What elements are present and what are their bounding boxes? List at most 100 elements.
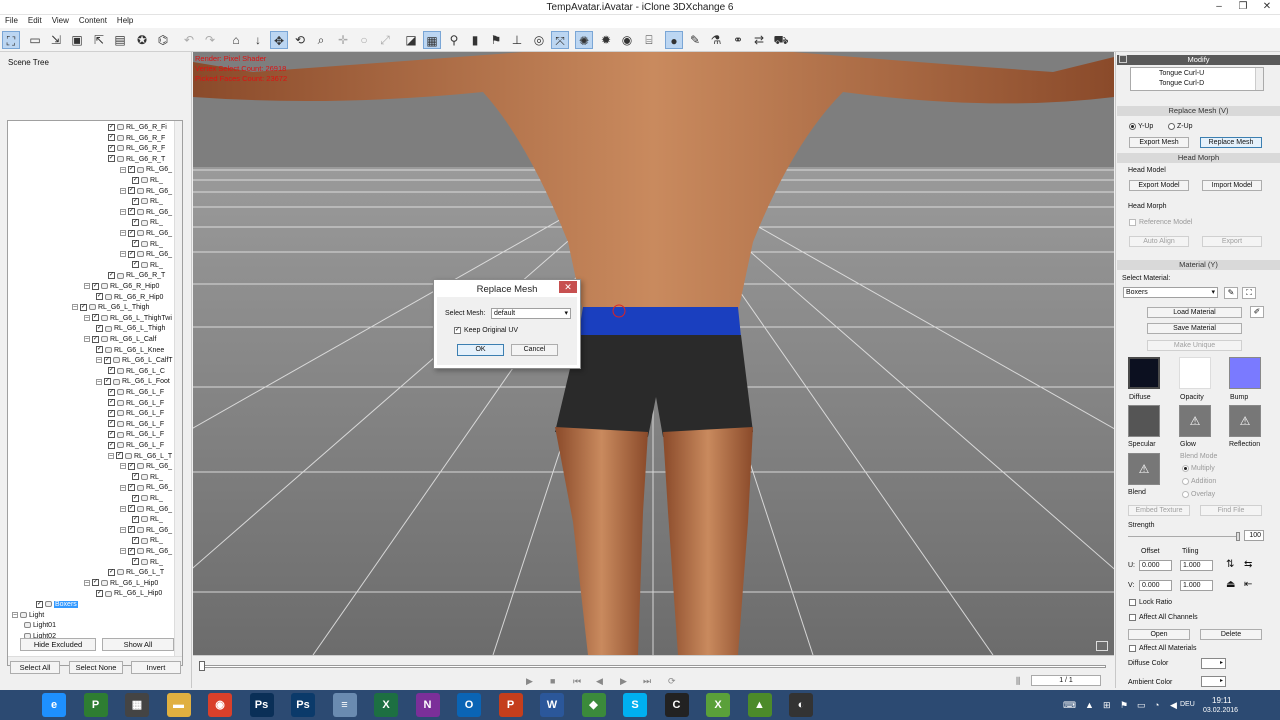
bone-icon[interactable]: ⚲ bbox=[445, 31, 463, 49]
tree-node-checkbox[interactable]: ✓ bbox=[128, 250, 135, 258]
tree-node[interactable]: – Light bbox=[12, 611, 44, 621]
ok-button[interactable]: OK bbox=[457, 344, 504, 356]
scene-tree[interactable]: ✓ RL_G6_R_Fi ✓ RL_G6_R_F ✓ RL_G6_R_F ✓ RL_G6_R_… bbox=[7, 120, 183, 666]
tree-node-checkbox[interactable]: ✓ bbox=[108, 134, 115, 142]
flag-icon[interactable]: ⚑ bbox=[1120, 700, 1128, 711]
tree-node-checkbox[interactable]: ✓ bbox=[132, 261, 139, 269]
tree-collapse-icon[interactable]: – bbox=[120, 526, 126, 533]
load-material-button[interactable]: Load Material bbox=[1147, 307, 1242, 318]
tree-node-checkbox[interactable]: ✓ bbox=[108, 367, 115, 375]
tree-node-checkbox[interactable]: ✓ bbox=[92, 282, 99, 290]
tree-node[interactable]: – ✓ RL_G6_L_Foot bbox=[96, 377, 170, 387]
tree-node[interactable]: ✓ RL_ bbox=[132, 515, 163, 525]
tree-node[interactable]: – ✓ RL_G6_ bbox=[120, 462, 172, 472]
3d-viewport[interactable]: Render: Pixel Shader Vertex Select Count… bbox=[193, 52, 1114, 655]
strength-slider[interactable] bbox=[1128, 536, 1240, 537]
tree-collapse-icon[interactable]: – bbox=[12, 611, 18, 618]
panel-toggle-icon[interactable] bbox=[1119, 55, 1127, 63]
tree-node-checkbox[interactable]: ✓ bbox=[132, 240, 139, 248]
tree-node[interactable]: Light01 bbox=[24, 621, 56, 631]
tree-node[interactable]: ✓ RL_ bbox=[132, 176, 163, 186]
tree-collapse-icon[interactable]: – bbox=[96, 378, 102, 385]
tree-node-checkbox[interactable]: ✓ bbox=[108, 409, 115, 417]
select-all-button[interactable]: Select All bbox=[10, 661, 60, 674]
tree-collapse-icon[interactable]: – bbox=[120, 166, 126, 173]
strength-value[interactable]: 100 bbox=[1244, 530, 1264, 541]
tree-node[interactable]: ✓ RL_G6_R_T bbox=[108, 271, 165, 281]
project-icon[interactable]: P bbox=[83, 693, 108, 717]
glow-channel-icon[interactable]: ⚠ bbox=[1179, 405, 1211, 437]
skype-icon[interactable]: S bbox=[623, 693, 647, 717]
tree-node-checkbox[interactable]: ✓ bbox=[80, 303, 87, 311]
rotate-v-icon[interactable]: ⇤ bbox=[1244, 579, 1252, 590]
close-button[interactable]: ✕ bbox=[1255, 0, 1279, 15]
v-tiling-field[interactable]: 1.000 bbox=[1180, 580, 1213, 591]
ambient-color-swatch[interactable]: ▸ bbox=[1201, 676, 1226, 687]
diffuse-channel[interactable] bbox=[1128, 357, 1160, 389]
tree-node[interactable]: – ✓ RL_G6_L_Thigh bbox=[72, 303, 149, 313]
tree-node-checkbox[interactable]: ✓ bbox=[104, 378, 111, 386]
ie-icon[interactable]: e bbox=[42, 693, 66, 717]
tree-collapse-icon[interactable]: – bbox=[120, 505, 126, 512]
tree-node-checkbox[interactable]: ✓ bbox=[108, 420, 115, 428]
minimize-button[interactable]: – bbox=[1207, 0, 1231, 15]
tree-node[interactable]: – ✓ RL_G6_L_CalfT bbox=[96, 356, 173, 366]
frame-counter[interactable]: 1 / 1 bbox=[1031, 675, 1101, 686]
move-down-icon[interactable]: ↓ bbox=[249, 31, 267, 49]
tree-node[interactable]: ✓ RL_G6_L_F bbox=[108, 399, 164, 409]
material-select[interactable]: Boxers ▾ bbox=[1123, 287, 1218, 298]
tree-node-checkbox[interactable]: ✓ bbox=[92, 579, 99, 587]
tree-node[interactable]: – ✓ RL_G6_L_Calf bbox=[84, 335, 156, 345]
timeline-menu-icon[interactable]: ⫼ bbox=[1016, 676, 1020, 687]
morph-list-scrollbar[interactable] bbox=[1255, 68, 1263, 90]
replace-mesh-button[interactable]: Replace Mesh bbox=[1200, 137, 1262, 148]
tree-node[interactable]: ✓ RL_G6_L_Knee bbox=[96, 346, 164, 356]
tree-node[interactable]: ✓ RL_G6_L_C bbox=[108, 367, 165, 377]
make-unique-button[interactable]: Make Unique bbox=[1147, 340, 1242, 351]
tree-node-checkbox[interactable]: ✓ bbox=[132, 197, 139, 205]
tree-node-checkbox[interactable]: ✓ bbox=[92, 335, 99, 343]
tree-node-checkbox[interactable]: ✓ bbox=[132, 515, 139, 523]
tree-node-checkbox[interactable]: ✓ bbox=[108, 123, 115, 131]
tree-node[interactable]: ✓ RL_G6_R_Fi bbox=[108, 123, 167, 133]
pin-icon[interactable]: ⚑ bbox=[487, 31, 505, 49]
prev-frame-icon[interactable]: ◀ bbox=[596, 676, 603, 687]
tree-node-checkbox[interactable]: ✓ bbox=[108, 155, 115, 163]
tree-node[interactable]: – ✓ RL_G6_L_Hip0 bbox=[84, 579, 158, 589]
tree-node-checkbox[interactable]: ✓ bbox=[128, 547, 135, 555]
tree-node-checkbox[interactable]: ✓ bbox=[128, 166, 135, 174]
photoshop2-icon[interactable]: Ps bbox=[291, 693, 315, 717]
keep-uv-checkbox[interactable]: ✓ bbox=[454, 327, 461, 334]
home-icon[interactable]: ⌂ bbox=[227, 31, 245, 49]
tree-node-checkbox[interactable]: ✓ bbox=[36, 600, 43, 608]
timeline-handle[interactable] bbox=[199, 661, 205, 671]
tree-node-checkbox[interactable]: ✓ bbox=[132, 473, 139, 481]
reference-model-checkbox[interactable] bbox=[1129, 219, 1136, 226]
tree-collapse-icon[interactable]: – bbox=[120, 548, 126, 555]
show-all-button[interactable]: Show All bbox=[102, 638, 174, 651]
tree-node-checkbox[interactable]: ✓ bbox=[108, 568, 115, 576]
paint-bucket-icon[interactable]: ⛶ bbox=[1242, 287, 1256, 299]
orbit-icon[interactable]: ○ bbox=[355, 31, 373, 49]
morph-item[interactable]: Tongue Curl-D bbox=[1159, 80, 1204, 87]
tree-vertical-scrollbar[interactable] bbox=[174, 121, 182, 665]
tree-node-checkbox[interactable]: ✓ bbox=[116, 452, 123, 460]
affect-all-channels-checkbox[interactable] bbox=[1129, 614, 1136, 621]
export-icon[interactable]: ⇱ bbox=[90, 31, 108, 49]
affect-all-materials-checkbox[interactable] bbox=[1129, 645, 1136, 652]
import-icon[interactable]: ⇲ bbox=[47, 31, 65, 49]
invert-button[interactable]: Invert bbox=[131, 661, 181, 674]
menu-edit[interactable]: Edit bbox=[23, 15, 47, 25]
light-icon[interactable]: ▮ bbox=[466, 31, 484, 49]
link-icon[interactable]: ⚭ bbox=[729, 31, 747, 49]
menu-content[interactable]: Content bbox=[74, 15, 112, 25]
tree-node[interactable]: ✓ RL_G6_L_F bbox=[108, 420, 164, 430]
tree-node[interactable]: ✓ RL_G6_R_F bbox=[108, 144, 165, 154]
lock-ratio-checkbox[interactable] bbox=[1129, 599, 1136, 606]
tree-node-checkbox[interactable]: ✓ bbox=[108, 431, 115, 439]
notepad-icon[interactable]: ≡ bbox=[332, 693, 357, 717]
tree-node-checkbox[interactable]: ✓ bbox=[96, 293, 103, 301]
morph-list[interactable]: Tongue Curl-U Tongue Curl-D bbox=[1130, 67, 1264, 91]
blend-channel-icon[interactable]: ⚠ bbox=[1128, 453, 1160, 485]
museum-icon[interactable]: ⌸ bbox=[640, 31, 658, 49]
